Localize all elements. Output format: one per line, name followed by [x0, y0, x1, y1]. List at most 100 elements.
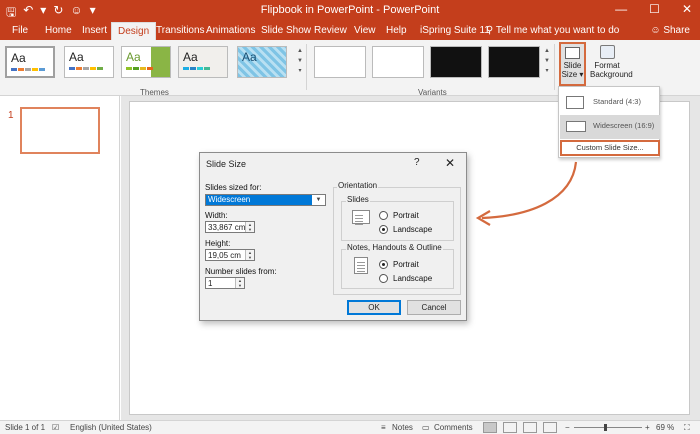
slide-sorter-view-button[interactable] [503, 422, 517, 433]
notes-button[interactable]: Notes [392, 423, 413, 432]
tab-review[interactable]: Review [308, 22, 353, 40]
zoom-slider-handle[interactable] [604, 424, 607, 431]
menu-item-widescreen[interactable]: Widescreen (16:9) [560, 115, 660, 139]
chevron-down-icon: ▼ [315, 197, 322, 203]
number-from-label: Number slides from: [205, 267, 277, 276]
slide-thumbnail[interactable] [20, 107, 100, 154]
slides-label: Slides [346, 195, 370, 204]
language-status[interactable]: English (United States) [70, 423, 152, 432]
window-title: Flipbook in PowerPoint - PowerPoint [260, 4, 440, 16]
menu-item-standard[interactable]: Standard (4:3) [560, 91, 660, 115]
zoom-level[interactable]: 69 % [656, 423, 674, 432]
zoom-in-icon[interactable]: + [645, 423, 650, 432]
tab-help[interactable]: Help [380, 22, 413, 40]
sized-for-select[interactable]: Widescreen ▼ [205, 194, 326, 206]
theme-preview-text: Aa [11, 51, 26, 65]
theme-ion[interactable]: Aa [237, 46, 287, 78]
share-button[interactable]: ☺ Share [650, 22, 690, 40]
dialog-close-button[interactable]: ✕ [445, 156, 455, 170]
height-label: Height: [205, 239, 231, 248]
title-bar: 🖫 ↶ ▾ ↻ ☺ ▾ Flipbook in PowerPoint - Pow… [0, 0, 700, 22]
restore-button[interactable]: ☐ [649, 2, 660, 16]
variant-4[interactable] [488, 46, 540, 78]
help-icon[interactable]: ? [414, 157, 420, 168]
group-separator [554, 44, 555, 90]
slide-orientation-icon [352, 210, 370, 224]
variant-1[interactable] [314, 46, 366, 78]
scroll-up-icon[interactable]: ▲ [543, 46, 551, 56]
number-from-input[interactable]: 1 ▲ ▼ [205, 277, 245, 289]
minimize-button[interactable]: — [615, 2, 627, 16]
zoom-out-icon[interactable]: − [565, 423, 570, 432]
notes-portrait-radio[interactable] [379, 260, 388, 269]
scroll-down-icon[interactable]: ▼ [296, 56, 304, 66]
format-background-label: Format [594, 61, 620, 70]
group-separator [306, 44, 307, 90]
notes-landscape-radio[interactable] [379, 274, 388, 283]
custom-slide-size-item[interactable]: Custom Slide Size... [560, 140, 660, 156]
slide-size-dialog: Slide Size ? ✕ Slides sized for: Widescr… [199, 152, 467, 321]
slide-number: 1 [8, 110, 14, 121]
tab-ispring[interactable]: iSpring Suite 11 [414, 22, 496, 40]
height-input[interactable]: 19,05 cm ▲ ▼ [205, 249, 255, 261]
number-from-value: 1 [208, 279, 213, 288]
gallery-more-icon[interactable]: ▾ [543, 66, 551, 76]
user-icon: ☺ [650, 25, 664, 36]
variant-gallery-scroll[interactable]: ▲ ▼ ▾ [543, 46, 551, 78]
normal-view-button[interactable] [483, 422, 497, 433]
tell-me-box[interactable]: ⚲ Tell me what you want to do [486, 22, 619, 40]
theme-gallery-scroll[interactable]: ▲ ▼ ▾ [296, 46, 304, 78]
width-input[interactable]: 33,867 cm ▲ ▼ [205, 221, 255, 233]
notes-landscape-label: Landscape [393, 274, 433, 283]
format-background-label-2: Background [590, 70, 633, 79]
notes-icon: ≡ [381, 423, 386, 432]
number-from-spinner[interactable]: ▲ ▼ [235, 278, 244, 288]
tab-insert[interactable]: Insert [76, 22, 113, 40]
variant-3[interactable] [430, 46, 482, 78]
width-value: 33,867 cm [208, 223, 246, 232]
slides-landscape-label: Landscape [393, 225, 433, 234]
comments-button[interactable]: Comments [434, 423, 473, 432]
slide-size-menu: Standard (4:3) Widescreen (16:9) Custom … [558, 86, 660, 158]
ribbon-tabs: File Home Insert Design Transitions Anim… [0, 22, 700, 40]
theme-office[interactable]: Aa [5, 46, 55, 78]
tab-view[interactable]: View [348, 22, 382, 40]
orientation-label: Orientation [337, 181, 379, 190]
scroll-down-icon[interactable]: ▼ [543, 56, 551, 66]
reading-view-button[interactable] [523, 422, 537, 433]
slide-size-label: Slide [563, 61, 582, 70]
fit-to-window-icon[interactable]: ⛶ [684, 423, 690, 433]
tab-file[interactable]: File [6, 22, 34, 40]
format-background-button[interactable]: Format Background [590, 44, 633, 79]
comments-icon: ▭ [422, 423, 430, 432]
slide-size-button[interactable]: Slide Size ▾ [559, 42, 586, 86]
status-bar: Slide 1 of 1 ☑ English (United States) ≡… [0, 420, 700, 434]
menu-item-label: Widescreen (16:9) [593, 121, 655, 130]
gallery-more-icon[interactable]: ▾ [296, 66, 304, 76]
scroll-up-icon[interactable]: ▲ [296, 46, 304, 56]
width-label: Width: [205, 211, 228, 220]
tab-animations[interactable]: Animations [200, 22, 261, 40]
theme-office-2[interactable]: Aa [64, 46, 114, 78]
height-value: 19,05 cm [208, 251, 241, 260]
format-background-icon [599, 45, 615, 59]
slides-landscape-radio[interactable] [379, 225, 388, 234]
zoom-slider[interactable] [574, 427, 642, 428]
height-spinner[interactable]: ▲ ▼ [245, 250, 254, 260]
spellcheck-icon[interactable]: ☑ [52, 423, 59, 432]
theme-facet[interactable]: Aa [121, 46, 171, 78]
slide-show-view-button[interactable] [543, 422, 557, 433]
variant-2[interactable] [372, 46, 424, 78]
cancel-button[interactable]: Cancel [407, 300, 461, 315]
theme-integral[interactable]: Aa [178, 46, 228, 78]
sized-for-label: Slides sized for: [205, 183, 262, 192]
ok-button[interactable]: OK [347, 300, 401, 315]
slides-portrait-radio[interactable] [379, 211, 388, 220]
tab-home[interactable]: Home [39, 22, 78, 40]
close-button[interactable]: ✕ [682, 2, 692, 16]
slide-size-label-2: Size ▾ [561, 70, 584, 79]
notes-orientation-icon [354, 257, 368, 274]
width-spinner[interactable]: ▲ ▼ [245, 222, 254, 232]
tell-me-label: Tell me what you want to do [495, 25, 620, 36]
menu-item-label: Standard (4:3) [593, 97, 641, 106]
